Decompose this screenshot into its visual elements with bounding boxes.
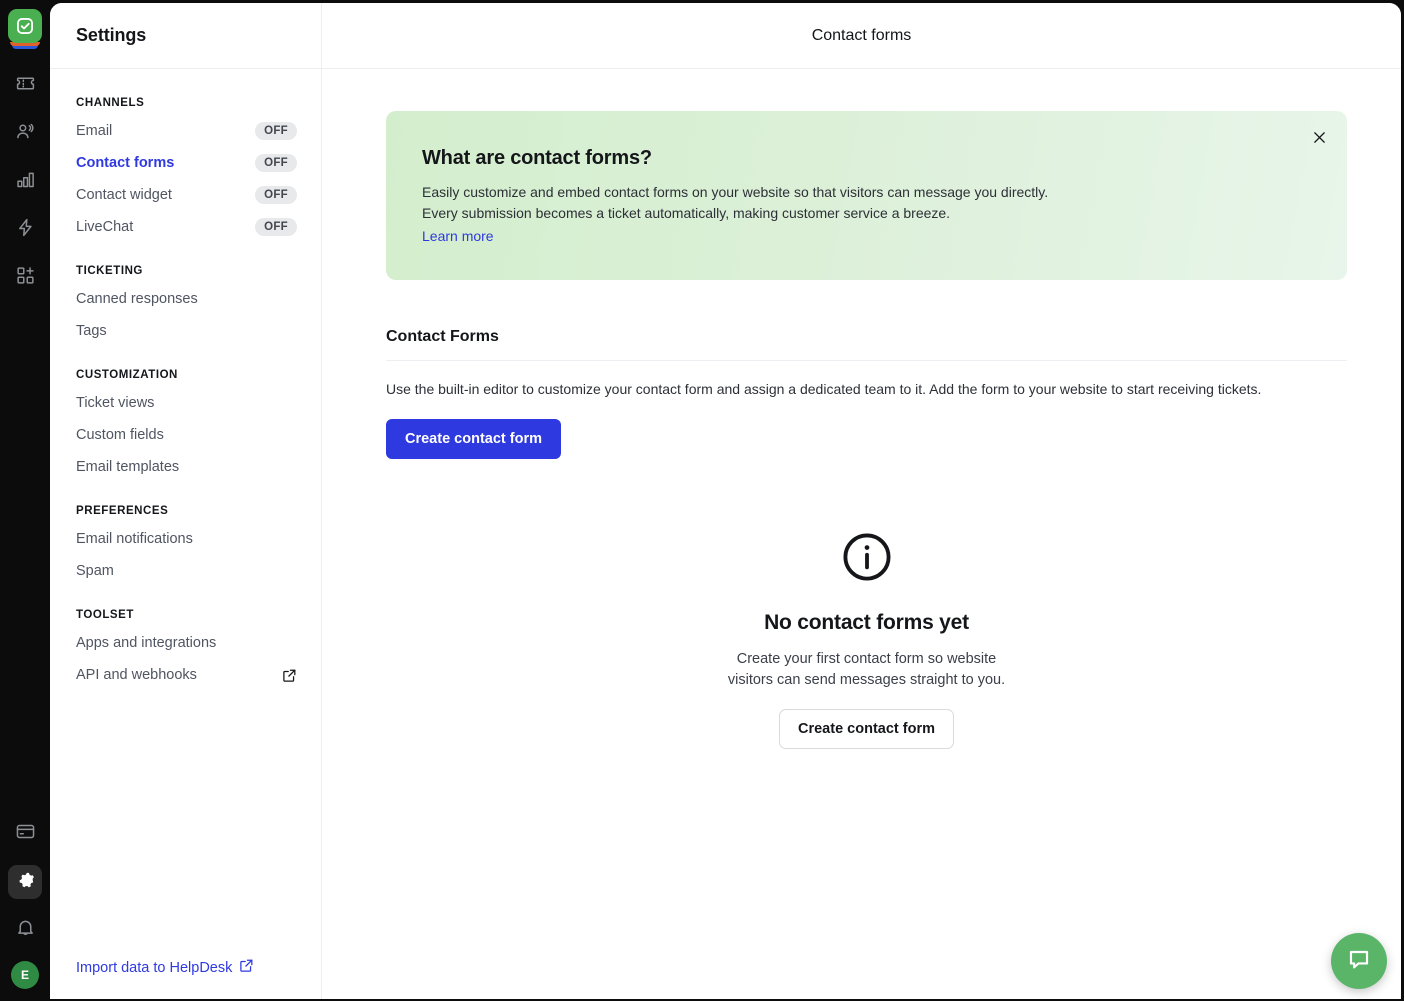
info-banner: What are contact forms? Easily customize… (386, 111, 1347, 280)
lightning-bolt-icon (15, 217, 36, 243)
logo-tile (8, 9, 42, 43)
settings-sidebar: CHANNELS Email OFF Contact forms OFF Con… (50, 69, 322, 999)
sidebar-item-label: Canned responses (76, 291, 198, 307)
rail-item-apps[interactable] (8, 261, 42, 295)
sidebar-item-custom-fields[interactable]: Custom fields (76, 419, 297, 451)
rail-bottom-list: E (8, 817, 42, 1001)
create-contact-form-button[interactable]: Create contact form (386, 419, 561, 459)
banner-heading: What are contact forms? (422, 147, 652, 169)
sidebar-item-label: API and webhooks (76, 667, 197, 683)
sidebar-item-label: Apps and integrations (76, 635, 217, 651)
main-content: What are contact forms? Easily customize… (322, 69, 1401, 999)
import-data-label: Import data to HelpDesk (76, 959, 233, 976)
sidebar-item-label: Email templates (76, 459, 180, 475)
info-circle-icon (839, 529, 895, 585)
sidebar-item-ticket-views[interactable]: Ticket views (76, 387, 297, 419)
sidebar-item-livechat[interactable]: LiveChat OFF (76, 211, 297, 243)
rail-item-tickets[interactable] (8, 69, 42, 103)
external-link-icon (239, 958, 254, 977)
empty-state-create-button[interactable]: Create contact form (779, 709, 954, 749)
banner-text: Easily customize and embed contact forms… (422, 184, 1049, 221)
sidebar-item-label: Ticket views (76, 395, 155, 411)
sidebar-item-email-notifications[interactable]: Email notifications (76, 523, 297, 555)
chat-launcher-button[interactable] (1331, 933, 1387, 989)
window-body: CHANNELS Email OFF Contact forms OFF Con… (50, 69, 1401, 999)
main-inner: What are contact forms? Easily customize… (322, 69, 1401, 749)
sidebar-item-apps-and-integrations[interactable]: Apps and integrations (76, 627, 297, 659)
rail-item-notifications[interactable] (8, 913, 42, 947)
sidebar-item-spam[interactable]: Spam (76, 555, 297, 587)
app-window: Settings Contact forms CHANNELS Email OF… (50, 3, 1401, 999)
sidebar-item-email-templates[interactable]: Email templates (76, 451, 297, 483)
contact-forms-section: Contact Forms Use the built-in editor to… (386, 328, 1347, 459)
ticket-icon (15, 73, 36, 99)
apps-grid-plus-icon (15, 265, 36, 291)
import-data-link[interactable]: Import data to HelpDesk (76, 958, 254, 977)
chat-bubble-icon (1346, 947, 1372, 976)
topbar-settings-area: Settings (50, 3, 322, 68)
sidebar-item-label: Contact widget (76, 187, 172, 203)
bar-chart-icon (15, 169, 36, 195)
status-badge: OFF (255, 186, 297, 204)
empty-state: No contact forms yet Create your first c… (386, 529, 1347, 749)
status-badge: OFF (255, 218, 297, 236)
sidebar-group-customization: CUSTOMIZATION Ticket views Custom fields… (76, 369, 297, 483)
avatar-initial: E (20, 968, 29, 982)
credit-card-icon (15, 821, 36, 847)
settings-title: Settings (76, 25, 147, 45)
sidebar-item-label: Spam (76, 563, 114, 579)
bell-icon (15, 917, 36, 943)
sidebar-item-label: Contact forms (76, 155, 175, 171)
topbar: Settings Contact forms (50, 3, 1401, 69)
section-heading: Contact Forms (386, 328, 1347, 361)
rail-item-settings[interactable] (8, 865, 42, 899)
sidebar-item-tags[interactable]: Tags (76, 315, 297, 347)
sidebar-item-email[interactable]: Email OFF (76, 115, 297, 147)
sidebar-group-toolset: TOOLSET Apps and integrations API and we… (76, 609, 297, 691)
sidebar-group-label: CHANNELS (76, 97, 145, 109)
primary-nav-rail: E (0, 0, 50, 1001)
sidebar-group-channels: CHANNELS Email OFF Contact forms OFF Con… (76, 97, 297, 243)
sidebar-group-label: TICKETING (76, 265, 143, 277)
rail-item-teams[interactable] (8, 117, 42, 151)
people-icon (15, 121, 36, 147)
sidebar-group-label: TOOLSET (76, 609, 134, 621)
section-description: Use the built-in editor to customize you… (386, 381, 1262, 397)
sidebar-scroll-area: CHANNELS Email OFF Contact forms OFF Con… (76, 69, 297, 958)
sidebar-group-label: PREFERENCES (76, 505, 169, 517)
gear-icon (15, 869, 36, 895)
sidebar-item-api-and-webhooks[interactable]: API and webhooks (76, 659, 297, 691)
sidebar-item-label: Email notifications (76, 531, 193, 547)
status-badge: OFF (255, 154, 297, 172)
sidebar-group-label: CUSTOMIZATION (76, 369, 178, 381)
sidebar-group-ticketing: TICKETING Canned responses Tags (76, 265, 297, 347)
sidebar-item-label: Custom fields (76, 427, 164, 443)
rail-item-billing[interactable] (8, 817, 42, 851)
sidebar-item-label: Tags (76, 323, 107, 339)
close-icon[interactable] (1305, 123, 1333, 151)
rail-icon-list (8, 69, 42, 295)
empty-state-heading: No contact forms yet (764, 611, 969, 634)
app-root: E Settings Contact forms CHANNELS Email (0, 0, 1404, 1001)
empty-state-line-1: Create your first contact form so websit… (736, 651, 997, 667)
sidebar-item-label: LiveChat (76, 219, 134, 235)
avatar[interactable]: E (11, 961, 39, 989)
helpdesk-logo[interactable] (8, 9, 42, 49)
page-title: Contact forms (811, 26, 912, 44)
rail-item-reports[interactable] (8, 165, 42, 199)
sidebar-item-contact-forms[interactable]: Contact forms OFF (76, 147, 297, 179)
rail-item-automations[interactable] (8, 213, 42, 247)
empty-state-subtext: Create your first contact form so websit… (728, 649, 1005, 691)
external-link-icon (282, 668, 297, 683)
empty-state-line-2: visitors can send messages straight to y… (727, 672, 1006, 688)
sidebar-item-canned-responses[interactable]: Canned responses (76, 283, 297, 315)
learn-more-link[interactable]: Learn more (422, 228, 494, 244)
sidebar-footer: Import data to HelpDesk (76, 958, 297, 999)
sidebar-group-preferences: PREFERENCES Email notifications Spam (76, 505, 297, 587)
sidebar-item-contact-widget[interactable]: Contact widget OFF (76, 179, 297, 211)
topbar-page-area: Contact forms (322, 3, 1401, 68)
sidebar-item-label: Email (76, 123, 113, 139)
status-badge: OFF (255, 122, 297, 140)
